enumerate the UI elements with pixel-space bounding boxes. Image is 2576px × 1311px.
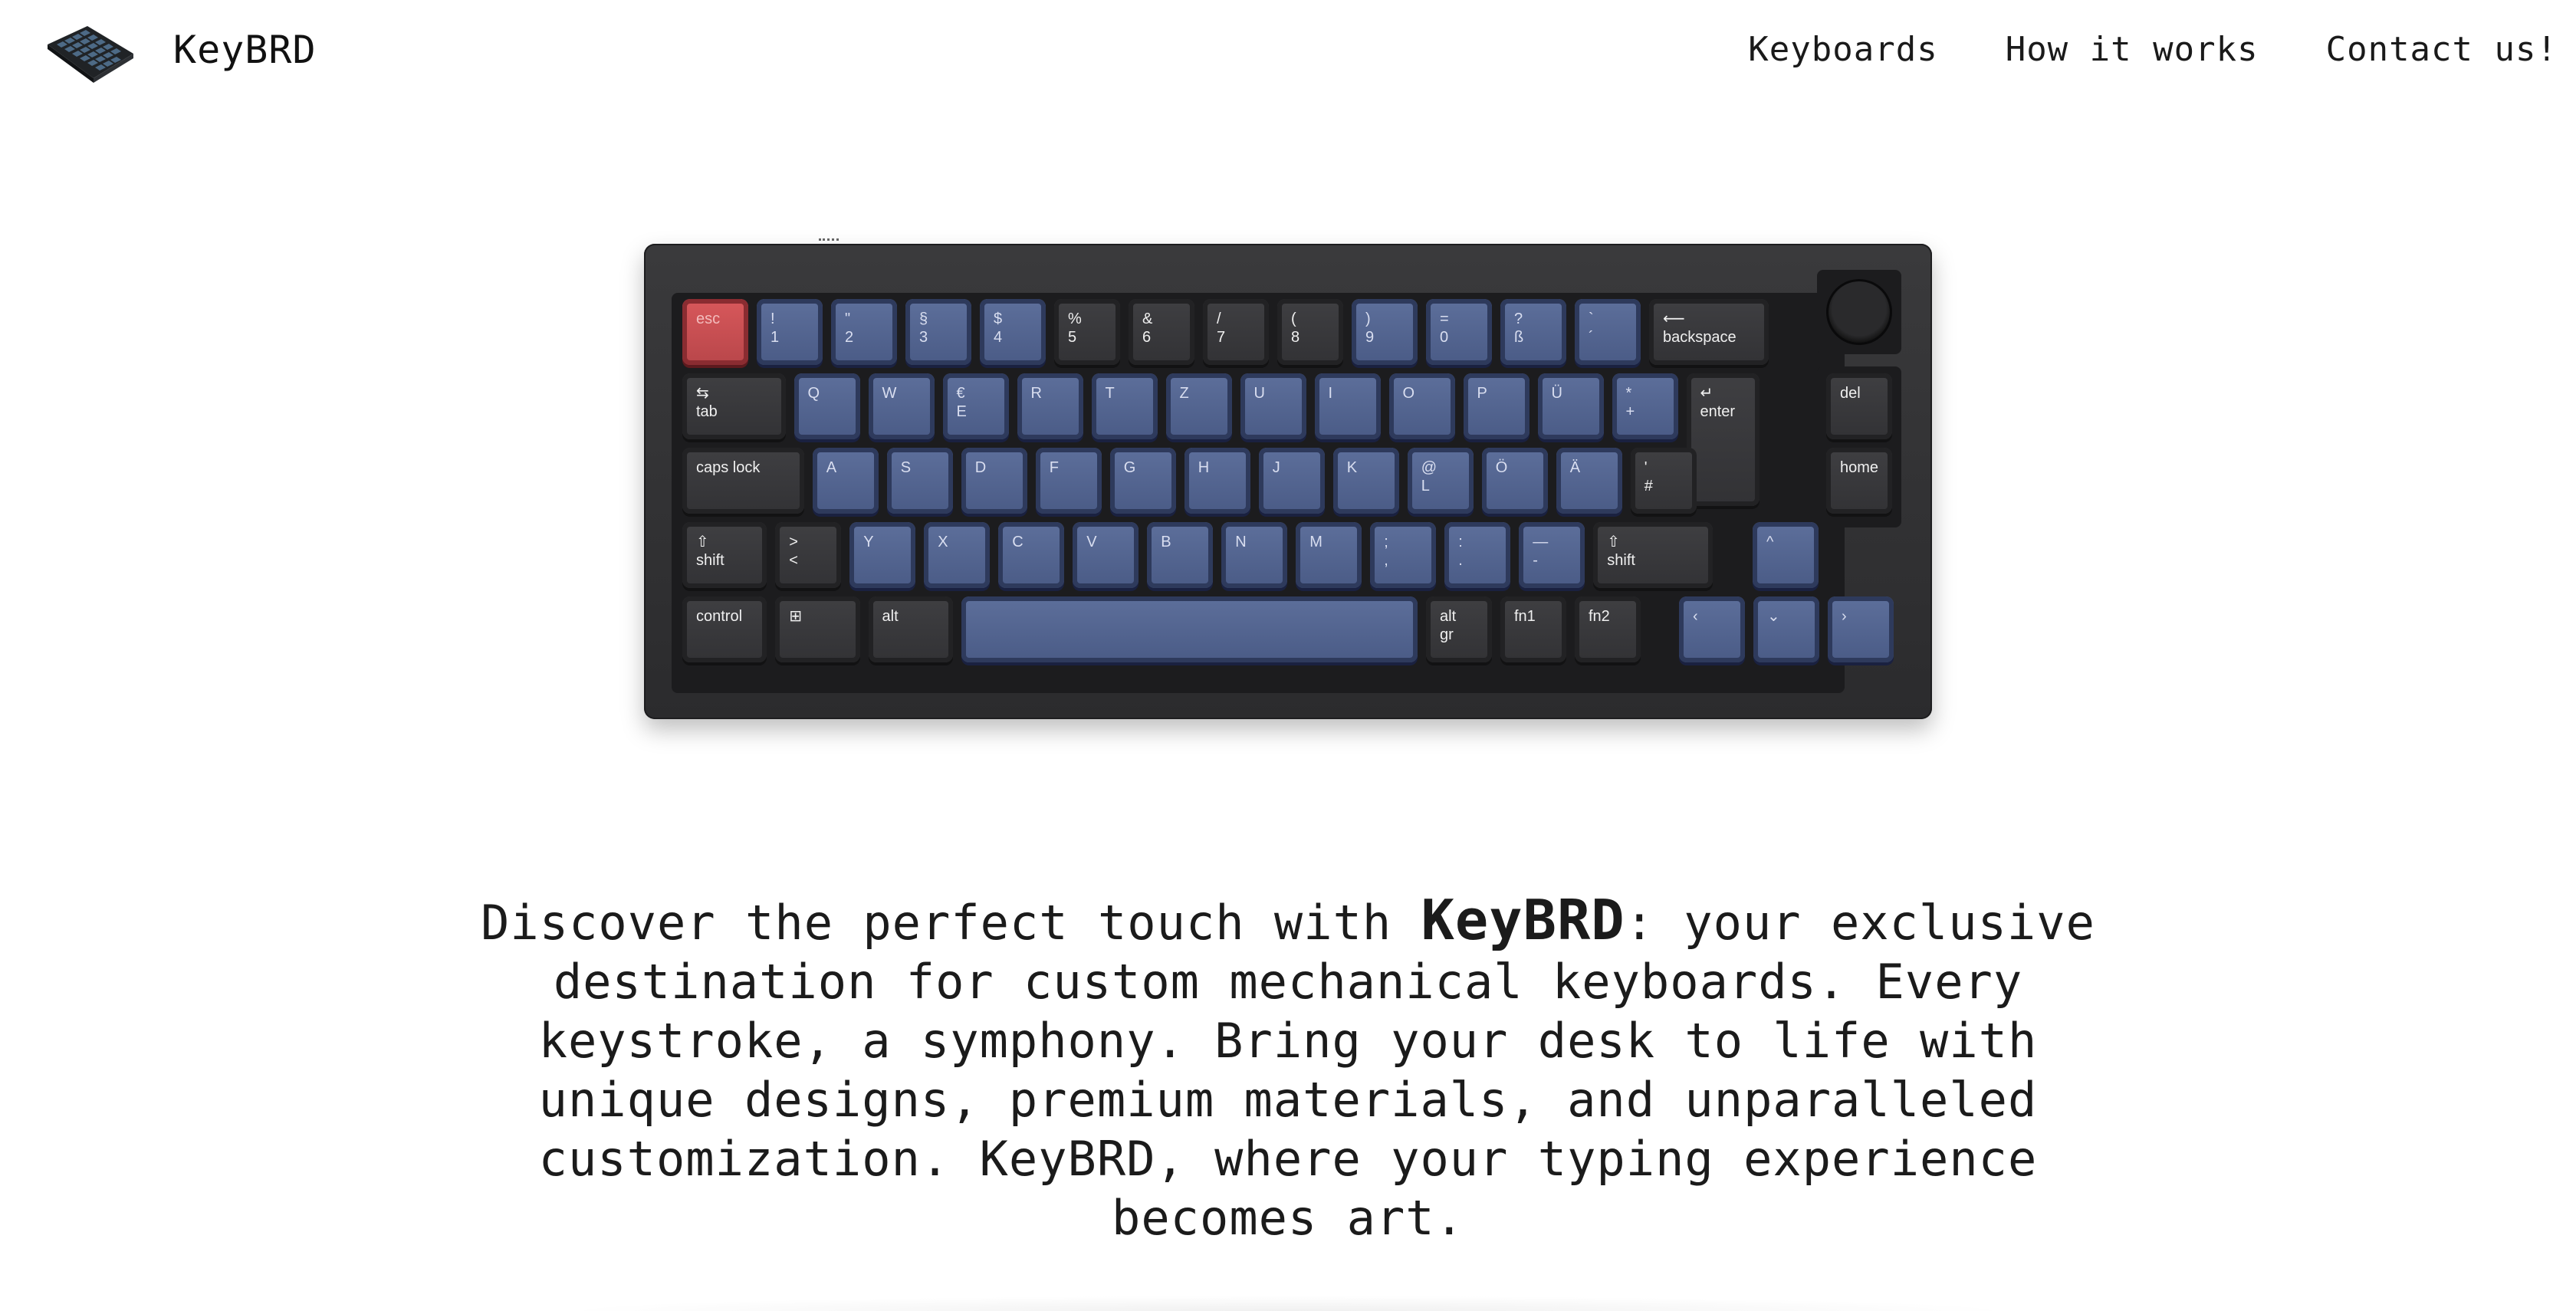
keyboard-notch <box>819 238 839 247</box>
key-row1-2[interactable]: ! 1 <box>757 299 823 365</box>
key-row3-10[interactable]: @ L <box>1407 448 1474 514</box>
key-row4-14[interactable]: ^ <box>1753 522 1819 588</box>
key-row3-11[interactable]: Ö <box>1481 448 1548 514</box>
key-row1-12[interactable]: ? ß <box>1500 299 1566 365</box>
key-row4-7[interactable]: B <box>1147 522 1214 588</box>
key-row3-1[interactable]: caps lock <box>682 448 804 514</box>
intro-paragraph: Discover the perfect touch with KeyBRD: … <box>452 891 2124 1247</box>
key-row3-9[interactable]: K <box>1332 448 1399 514</box>
key-row4-9[interactable]: M <box>1296 522 1362 588</box>
key-row2-3[interactable]: W <box>868 373 935 439</box>
key-row2-6[interactable]: T <box>1091 373 1158 439</box>
key-row1-6[interactable]: % 5 <box>1054 299 1120 365</box>
key-row2-12[interactable]: Ü <box>1537 373 1604 439</box>
key-row2-11[interactable]: P <box>1463 373 1530 439</box>
key-row2-15[interactable]: del <box>1826 373 1892 439</box>
key-row2-4[interactable]: € E <box>942 373 1009 439</box>
key-row3-6[interactable]: G <box>1109 448 1176 514</box>
key-row1-11[interactable]: = 0 <box>1426 299 1492 365</box>
key-row3-8[interactable]: J <box>1258 448 1325 514</box>
key-row1-1[interactable]: esc <box>682 299 748 365</box>
key-row3-3[interactable]: S <box>886 448 953 514</box>
intro-brand: KeyBRD <box>1421 888 1625 952</box>
key-row2-9[interactable]: I <box>1314 373 1381 439</box>
keyboard-logo-icon[interactable] <box>43 21 138 84</box>
key-row1-10[interactable]: ) 9 <box>1352 299 1418 365</box>
key-row1-5[interactable]: $ 4 <box>980 299 1046 365</box>
key-row3-5[interactable]: F <box>1035 448 1102 514</box>
next-section-shadow <box>552 1296 2024 1311</box>
key-row4-10[interactable]: ; , <box>1370 522 1437 588</box>
key-row3-2[interactable]: A <box>812 448 879 514</box>
key-row2-1[interactable]: ⇆ tab <box>682 373 786 439</box>
key-row2-8[interactable]: U <box>1240 373 1306 439</box>
key-row3-14[interactable]: home <box>1826 448 1892 514</box>
key-row4-2[interactable]: > < <box>775 522 842 588</box>
key-row1-14[interactable]: ⟵ backspace <box>1649 299 1769 365</box>
key-row3-13[interactable]: ' # <box>1630 448 1697 514</box>
key-row5-7[interactable]: fn2 <box>1575 596 1641 662</box>
key-row5-10[interactable]: › <box>1828 596 1894 662</box>
key-row4-5[interactable]: C <box>998 522 1065 588</box>
site-header: KeyBRD Keyboards How it works Contact us… <box>0 0 2576 104</box>
key-row4-12[interactable]: — - <box>1519 522 1585 588</box>
key-row5-4[interactable] <box>961 596 1418 662</box>
key-row3-4[interactable]: D <box>961 448 1027 514</box>
intro-text-start: Discover the perfect touch with <box>481 895 1421 951</box>
key-row4-3[interactable]: Y <box>849 522 916 588</box>
knob-well <box>1817 270 1901 354</box>
key-row4-11[interactable]: : . <box>1444 522 1511 588</box>
key-row2-13[interactable]: * + <box>1612 373 1678 439</box>
nav-how-it-works[interactable]: How it works <box>2006 23 2259 77</box>
key-row1-8[interactable]: / 7 <box>1203 299 1269 365</box>
key-row4-6[interactable]: V <box>1073 522 1139 588</box>
nav-contact[interactable]: Contact us! <box>2326 23 2558 77</box>
key-row4-1[interactable]: ⇧ shift <box>682 522 767 588</box>
key-row4-13[interactable]: ⇧ shift <box>1593 522 1714 588</box>
key-row3-7[interactable]: H <box>1184 448 1250 514</box>
main-nav: Keyboards How it works Contact us! <box>1748 23 2558 77</box>
key-row1-9[interactable]: ( 8 <box>1277 299 1343 365</box>
key-row2-14[interactable]: ↵ enter <box>1686 373 1760 506</box>
key-row5-3[interactable]: alt <box>868 596 953 662</box>
key-row2-2[interactable]: Q <box>794 373 860 439</box>
key-row2-7[interactable]: Z <box>1165 373 1232 439</box>
key-row1-3[interactable]: " 2 <box>831 299 897 365</box>
nav-keyboards[interactable]: Keyboards <box>1748 23 1937 77</box>
key-row5-6[interactable]: fn1 <box>1500 596 1566 662</box>
brand-name[interactable]: KeyBRD <box>173 23 317 77</box>
key-row3-12[interactable]: Ä <box>1556 448 1622 514</box>
key-row2-10[interactable]: O <box>1388 373 1455 439</box>
key-row5-5[interactable]: alt gr <box>1426 596 1492 662</box>
key-row1-13[interactable]: ` ´ <box>1575 299 1641 365</box>
volume-knob <box>1826 279 1892 345</box>
key-row5-2[interactable]: ⊞ <box>775 596 860 662</box>
keyboard-hero-image: esc! 1 " 2 § 3 $ 4% 5 & 6/ 7( 8) 9 = 0? ß ` ´ ⟵… <box>644 238 1932 719</box>
key-row4-4[interactable]: X <box>924 522 991 588</box>
key-row5-1[interactable]: control <box>682 596 767 662</box>
key-row2-5[interactable]: R <box>1017 373 1083 439</box>
key-row5-9[interactable]: ⌄ <box>1753 596 1819 662</box>
key-row1-4[interactable]: § 3 <box>905 299 971 365</box>
key-row5-8[interactable]: ‹ <box>1679 596 1745 662</box>
key-row4-8[interactable]: N <box>1221 522 1288 588</box>
key-row1-7[interactable]: & 6 <box>1129 299 1194 365</box>
